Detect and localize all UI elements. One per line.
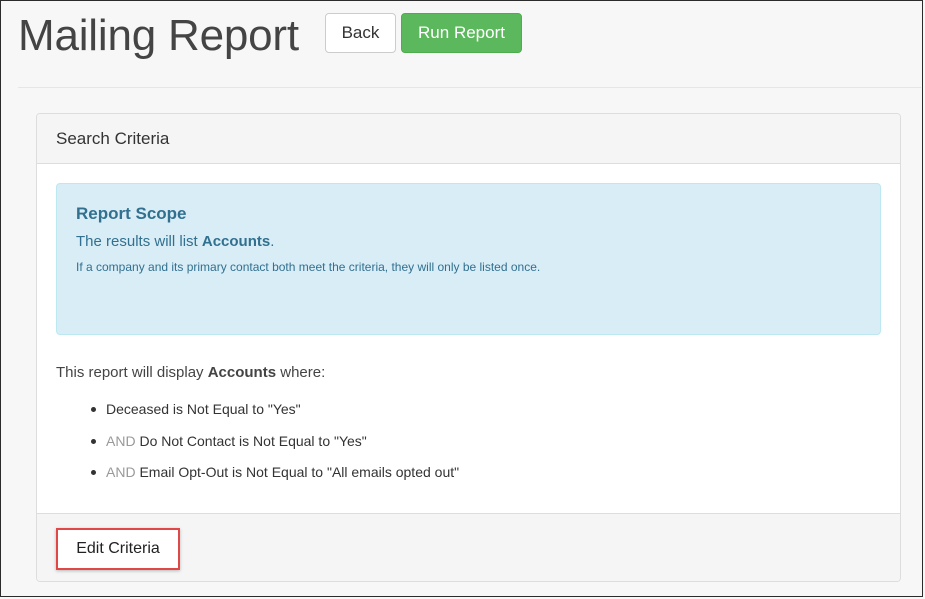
page-title: Mailing Report (18, 11, 299, 60)
criteria-item: Deceased is Not Equal to "Yes" (90, 400, 459, 432)
report-scope-line: The results will list Accounts. (76, 233, 861, 250)
report-scope-note: If a company and its primary contact bot… (76, 260, 541, 274)
panel-footer: Edit Criteria (37, 513, 900, 581)
display-summary: This report will display Accounts where: (56, 364, 325, 381)
display-bold: Accounts (207, 364, 277, 381)
report-scope-alert: Report Scope The results will list Accou… (56, 183, 881, 335)
scope-line-suffix: . (270, 233, 275, 250)
criteria-item: AND Email Opt-Out is Not Equal to "All e… (90, 463, 460, 495)
criteria-item: AND Do Not Contact is Not Equal to "Yes" (90, 432, 459, 464)
criteria-list: Deceased is Not Equal to "Yes" AND Do No… (90, 400, 460, 495)
page-header: Mailing Report (18, 6, 299, 66)
search-criteria-panel: Search Criteria Report Scope The results… (36, 113, 901, 582)
run-report-button[interactable]: Run Report (401, 13, 522, 53)
display-prefix: This report will display (56, 364, 208, 381)
report-scope-title: Report Scope (76, 204, 187, 223)
display-suffix: where: (276, 364, 326, 381)
criteria-text: Deceased is Not Equal to "Yes" (106, 401, 301, 417)
criteria-text: Email Opt-Out is Not Equal to "All email… (139, 464, 460, 480)
scope-line-prefix: The results will list (76, 233, 202, 250)
criteria-connector: AND (106, 464, 136, 480)
scope-line-bold: Accounts (201, 233, 271, 250)
header-divider (18, 87, 921, 88)
back-button[interactable]: Back (325, 13, 396, 53)
criteria-connector: AND (106, 432, 136, 449)
criteria-text: Do Not Contact is Not Equal to "Yes" (139, 432, 367, 449)
panel-heading: Search Criteria (37, 114, 900, 164)
edit-criteria-button[interactable]: Edit Criteria (56, 528, 180, 570)
